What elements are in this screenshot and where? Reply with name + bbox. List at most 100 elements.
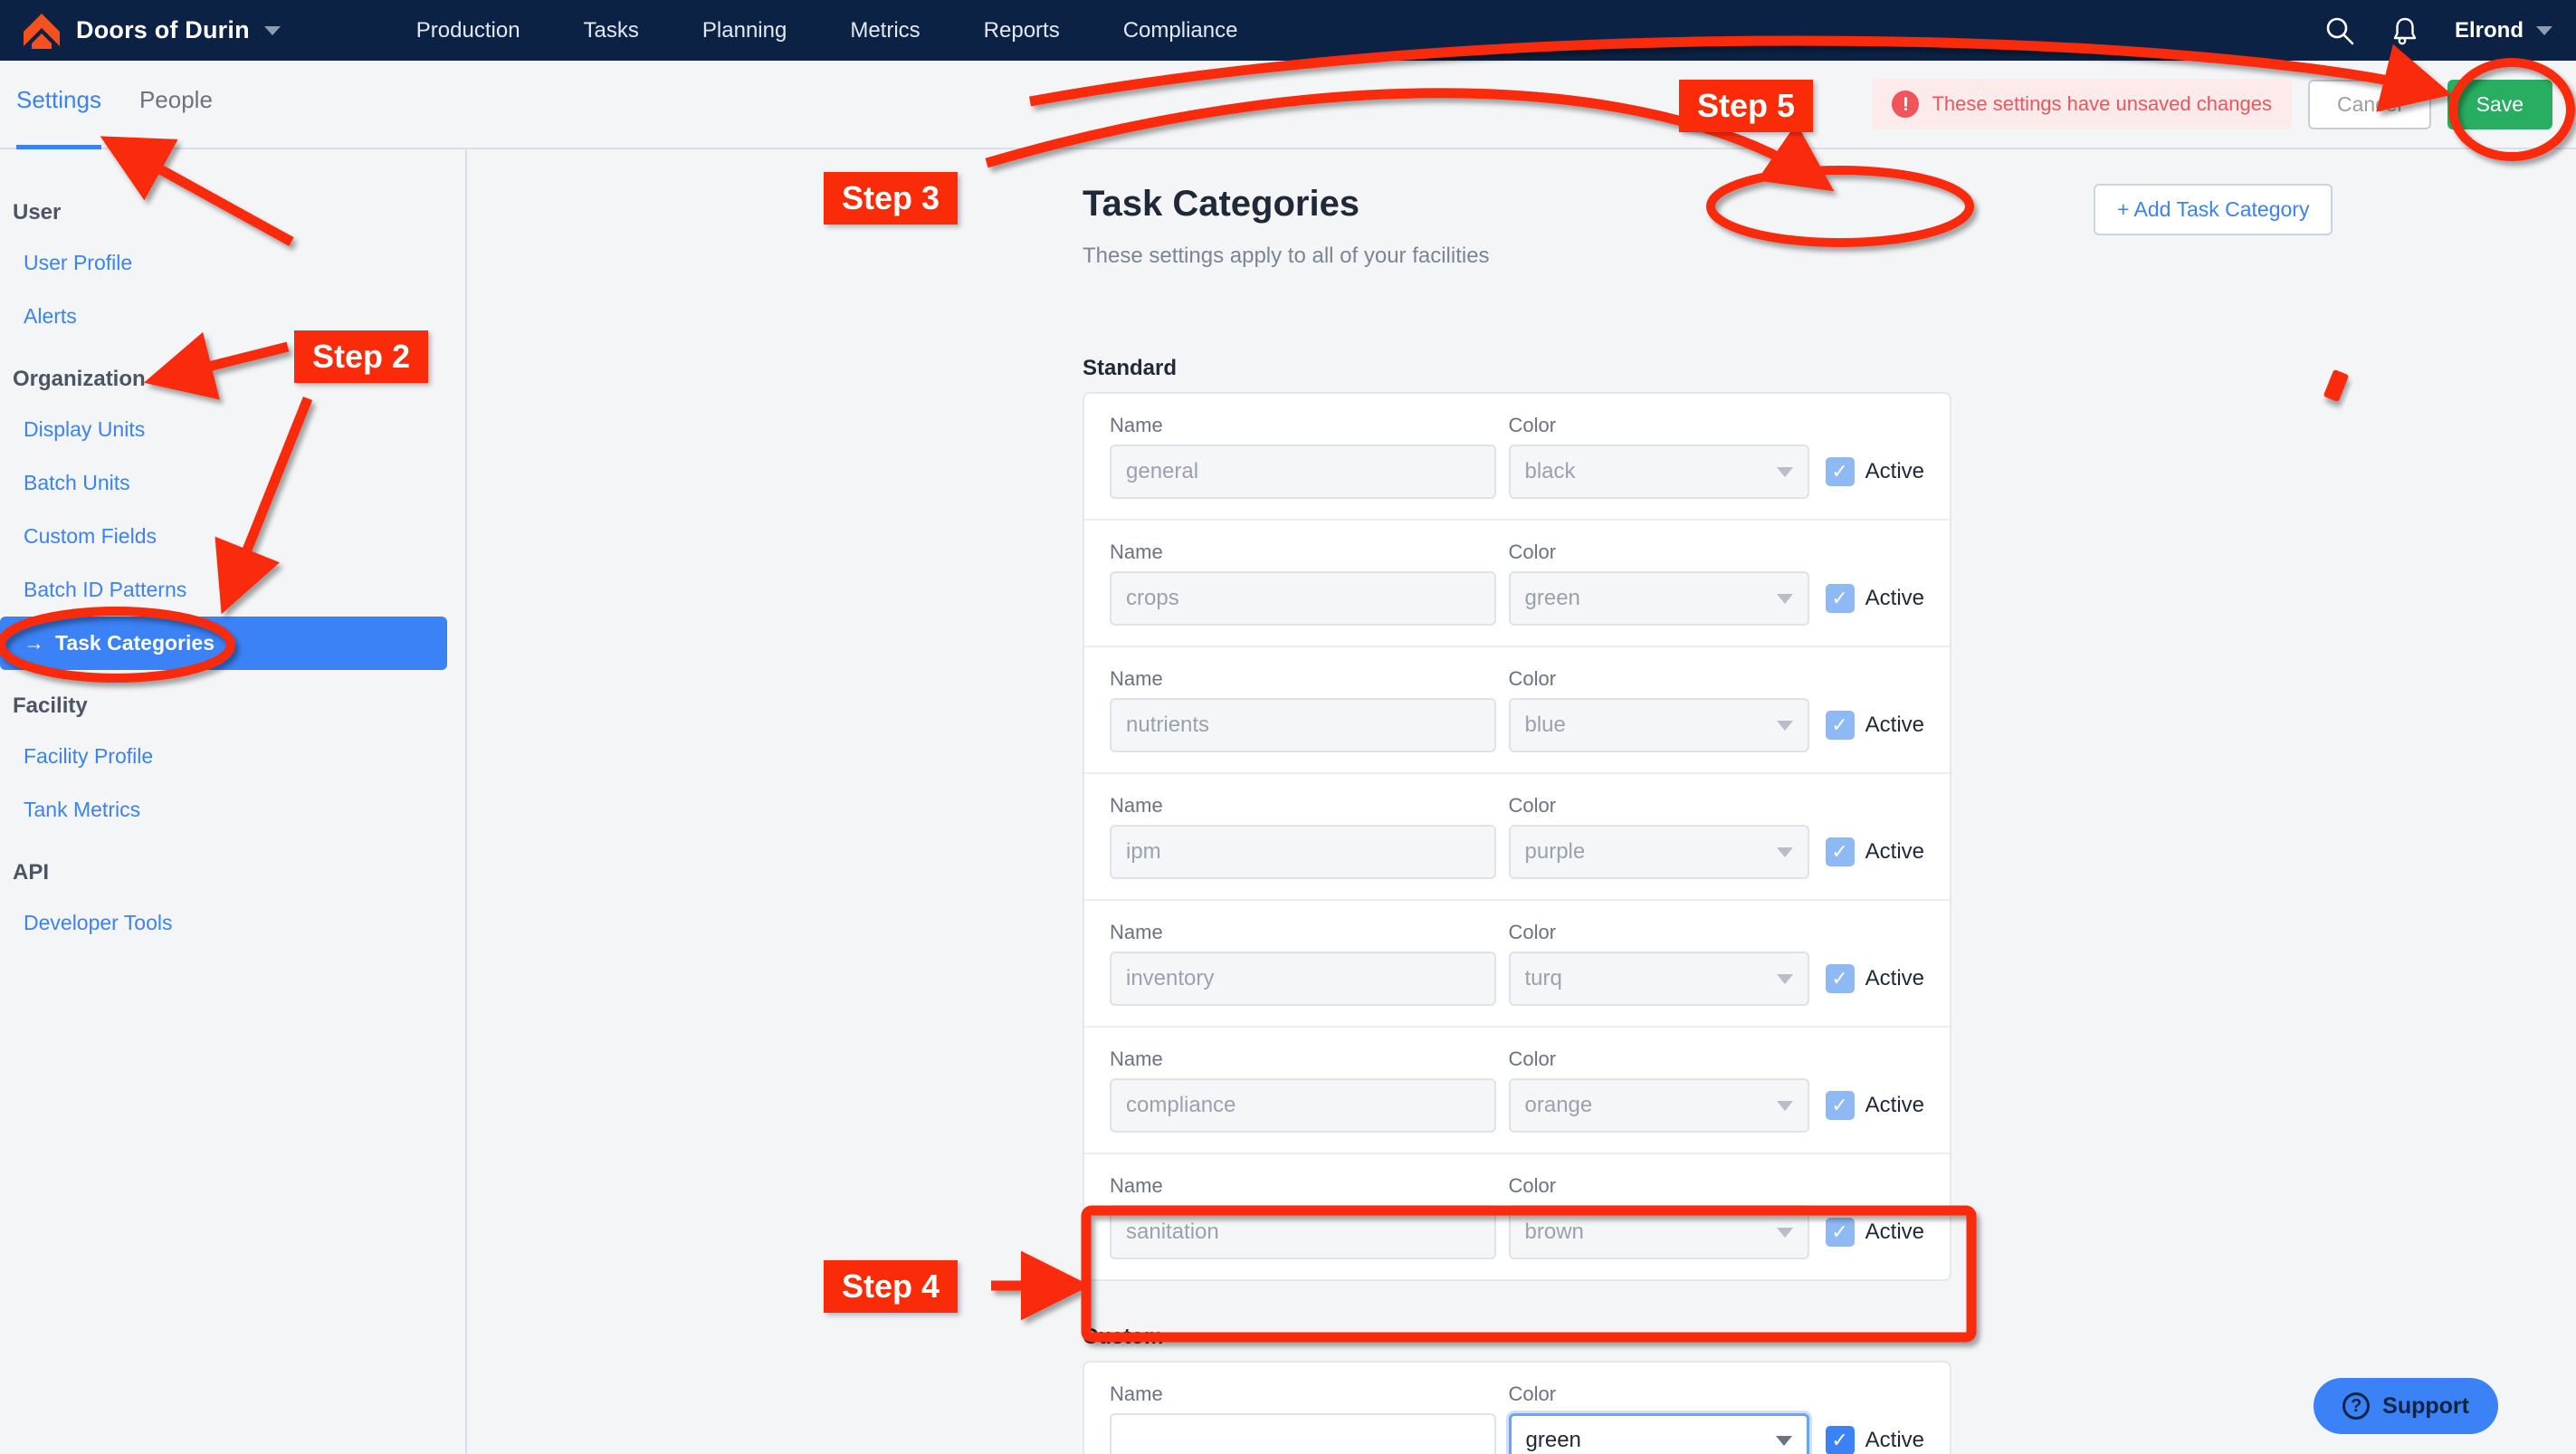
- arrow-right-icon: →: [24, 631, 44, 655]
- page-subtitle: These settings apply to all of your faci…: [1083, 244, 1490, 268]
- task-category-row: Name compliance Color orange ✓ Active: [1084, 1028, 1950, 1154]
- category-color-select: turq: [1508, 952, 1809, 1006]
- brand-block[interactable]: Doors of Durin: [22, 12, 281, 50]
- active-toggle-group: ✓ Active: [1825, 964, 1924, 1006]
- task-category-row: Name crops Color green ✓ Active: [1084, 521, 1950, 647]
- bell-icon[interactable]: [2390, 15, 2420, 46]
- name-field-group: Name general: [1110, 414, 1496, 499]
- color-select-value: purple: [1524, 839, 1586, 864]
- color-field-group: Color blue: [1508, 667, 1809, 752]
- chevron-down-icon: [1776, 466, 1793, 477]
- search-icon[interactable]: [2324, 15, 2355, 46]
- app-logo-icon: [22, 12, 62, 50]
- category-name-input: nutrients: [1110, 698, 1496, 752]
- color-field-label: Color: [1508, 794, 1557, 817]
- color-field-group: Color purple: [1508, 794, 1809, 879]
- nav-item-planning[interactable]: Planning: [702, 18, 787, 43]
- category-color-select: green: [1508, 571, 1809, 626]
- active-checkbox: ✓: [1825, 964, 1855, 993]
- sidebar-item-developer-tools[interactable]: Developer Tools: [0, 896, 447, 950]
- category-name-input: crops: [1110, 571, 1496, 626]
- color-field-group: Color green: [1508, 1382, 1809, 1454]
- task-category-row: Name ipm Color purple ✓ Active: [1084, 774, 1950, 901]
- nav-item-reports[interactable]: Reports: [984, 18, 1060, 43]
- sidebar-item-alerts[interactable]: Alerts: [0, 290, 447, 343]
- active-checkbox[interactable]: ✓: [1825, 1426, 1855, 1454]
- sidebar-item-batch-units[interactable]: Batch Units: [0, 456, 447, 510]
- nav-item-tasks[interactable]: Tasks: [584, 18, 639, 43]
- sidebar-group-organization: Organization: [13, 367, 146, 391]
- sidebar-item-batch-id-patterns[interactable]: Batch ID Patterns: [0, 563, 447, 617]
- sidebar-item-user-profile[interactable]: User Profile: [0, 236, 447, 290]
- active-label: Active: [1865, 586, 1924, 610]
- name-field-group: Name inventory: [1110, 921, 1496, 1006]
- chevron-down-icon: [1776, 720, 1793, 731]
- cancel-button[interactable]: Cancel: [2307, 79, 2431, 129]
- color-select-value: green: [1524, 586, 1580, 610]
- nav-item-metrics[interactable]: Metrics: [850, 18, 920, 43]
- category-name-input: sanitation: [1110, 1205, 1496, 1259]
- color-field-label: Color: [1508, 667, 1557, 690]
- color-select-value: black: [1524, 459, 1576, 483]
- category-color-select: orange: [1508, 1078, 1809, 1133]
- tab-settings[interactable]: Settings: [16, 61, 101, 149]
- brand-chevron-down-icon[interactable]: [263, 25, 281, 35]
- active-checkbox: ✓: [1825, 584, 1855, 613]
- sidebar-item-custom-fields[interactable]: Custom Fields: [0, 510, 447, 563]
- main-content-panel: Task Categories These settings apply to …: [469, 149, 2576, 1454]
- nav-item-production[interactable]: Production: [416, 18, 520, 43]
- sidebar-item-display-units[interactable]: Display Units: [0, 403, 447, 456]
- user-menu[interactable]: Elrond: [2455, 18, 2552, 43]
- sidebar-group-user: User: [13, 200, 62, 225]
- primary-nav-links: Production Tasks Planning Metrics Report…: [416, 18, 1238, 43]
- support-button[interactable]: ? Support: [2314, 1378, 2498, 1434]
- category-color-select[interactable]: green: [1508, 1413, 1809, 1454]
- page-title: Task Categories: [1083, 184, 1360, 224]
- tab-people[interactable]: People: [139, 61, 213, 149]
- name-field-group: Name ipm: [1110, 794, 1496, 879]
- active-label: Active: [1865, 839, 1924, 864]
- category-name-input: general: [1110, 445, 1496, 499]
- color-select-value: orange: [1524, 1093, 1593, 1117]
- save-button[interactable]: Save: [2447, 79, 2552, 129]
- active-toggle-group: ✓ Active: [1825, 457, 1924, 499]
- sidebar-item-facility-profile[interactable]: Facility Profile: [0, 730, 447, 783]
- add-task-category-button[interactable]: + Add Task Category: [2094, 184, 2333, 235]
- sidebar-item-task-categories[interactable]: → Task Categories: [0, 617, 447, 670]
- color-field-group: Color turq: [1508, 921, 1809, 1006]
- sidebar-item-tank-metrics[interactable]: Tank Metrics: [0, 783, 447, 837]
- category-color-select: black: [1508, 445, 1809, 499]
- active-label: Active: [1865, 1428, 1924, 1452]
- active-checkbox: ✓: [1825, 457, 1855, 486]
- color-field-label: Color: [1508, 1174, 1557, 1197]
- chevron-down-icon: [1776, 1227, 1793, 1238]
- name-field-group: Name: [1110, 1382, 1496, 1454]
- category-name-input: compliance: [1110, 1078, 1496, 1133]
- color-select-value: green: [1525, 1428, 1581, 1452]
- color-field-label: Color: [1508, 414, 1557, 436]
- name-field-label: Name: [1110, 540, 1163, 563]
- unsaved-changes-text: These settings have unsaved changes: [1932, 92, 2272, 115]
- name-field-label: Name: [1110, 921, 1163, 943]
- user-chevron-down-icon: [2536, 25, 2552, 35]
- custom-categories-card: NameColorgreen✓ActiveNamemaintenanceColo…: [1083, 1361, 1951, 1454]
- name-field-group: Name compliance: [1110, 1047, 1496, 1133]
- nav-item-compliance[interactable]: Compliance: [1123, 18, 1238, 43]
- category-name-input[interactable]: [1110, 1413, 1496, 1454]
- category-color-select: brown: [1508, 1205, 1809, 1259]
- active-checkbox: ✓: [1825, 1091, 1855, 1120]
- name-field-label: Name: [1110, 414, 1163, 436]
- top-navigation-bar: Doors of Durin Production Tasks Planning…: [0, 0, 2576, 61]
- settings-sidebar: User User Profile Alerts Organization Di…: [0, 149, 467, 1454]
- active-checkbox: ✓: [1825, 1218, 1855, 1247]
- color-field-label: Color: [1508, 1047, 1557, 1070]
- active-toggle-group: ✓ Active: [1825, 1091, 1924, 1133]
- active-label: Active: [1865, 459, 1924, 483]
- chevron-down-icon: [1776, 593, 1793, 604]
- active-toggle-group: ✓ Active: [1825, 837, 1924, 879]
- question-circle-icon: ?: [2342, 1392, 2371, 1420]
- name-field-label: Name: [1110, 1174, 1163, 1197]
- chevron-down-icon: [1776, 973, 1793, 984]
- settings-subheader: Settings People ! These settings have un…: [0, 61, 2576, 149]
